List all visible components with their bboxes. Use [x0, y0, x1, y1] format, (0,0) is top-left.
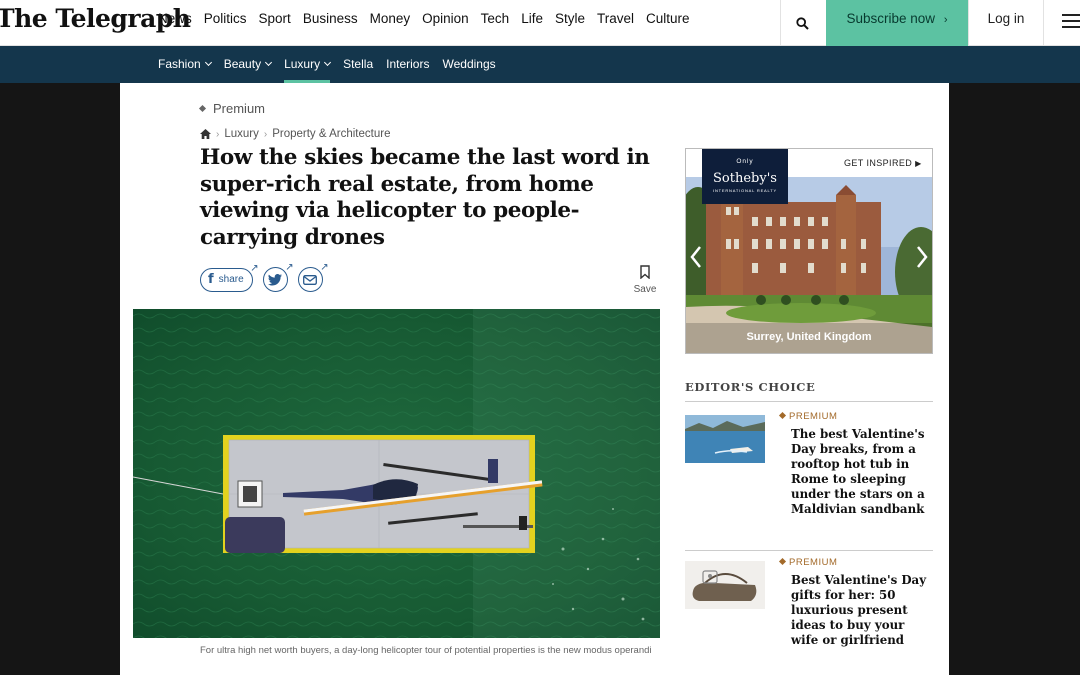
twitter-share-button[interactable]: ↗	[262, 262, 294, 292]
nav-style[interactable]: Style	[554, 0, 586, 53]
image-caption: For ultra high net worth buyers, a day-l…	[200, 645, 652, 656]
section-subnav: Fashion Beauty Luxury Stella Interiors W…	[0, 46, 1080, 83]
subnav-luxury[interactable]: Luxury	[284, 46, 332, 83]
email-share-button[interactable]: ↗	[297, 262, 329, 292]
premium-kicker: PREMIUM	[778, 557, 837, 568]
facebook-share-button[interactable]: f share ↗	[200, 263, 259, 292]
home-icon[interactable]	[200, 129, 211, 139]
get-inspired-link[interactable]: GET INSPIRED ▶	[844, 158, 922, 168]
save-label: Save	[633, 284, 657, 295]
subnav-fashion[interactable]: Fashion	[158, 46, 212, 83]
nav-sport[interactable]: Sport	[259, 0, 291, 46]
nav-business[interactable]: Business	[303, 0, 358, 46]
story-thumbnail-boat	[685, 415, 765, 463]
nav-politics[interactable]: Politics	[204, 0, 247, 46]
subscribe-button[interactable]: Subscribe now ›	[826, 0, 968, 46]
nav-culture[interactable]: Culture	[646, 0, 690, 46]
chevron-down-icon	[324, 58, 332, 67]
editors-choice-heading: EDITOR'S CHOICE	[685, 380, 933, 402]
premium-diamond-icon	[198, 104, 207, 113]
nav-news[interactable]: News	[158, 0, 192, 46]
play-arrow-icon: ▶	[915, 159, 922, 168]
subnav-stella[interactable]: Stella	[343, 46, 373, 83]
external-link-icon: ↗	[320, 262, 329, 273]
subscribe-label: Subscribe now	[846, 11, 936, 26]
share-buttons: f share ↗ ↗ ↗	[200, 262, 329, 292]
save-button[interactable]: Save	[630, 265, 660, 295]
nav-travel[interactable]: Travel	[597, 0, 634, 46]
sothebys-advert[interactable]: Only Sotheby's INTERNATIONAL REALTY GET …	[685, 148, 933, 354]
search-icon	[796, 16, 809, 30]
subnav-beauty[interactable]: Beauty	[224, 46, 273, 83]
chevron-right-icon: ›	[943, 14, 948, 26]
email-icon	[303, 274, 318, 285]
chevron-down-icon	[265, 58, 273, 67]
subnav-weddings[interactable]: Weddings	[442, 46, 495, 83]
breadcrumb: › Luxury › Property & Architecture	[200, 128, 390, 140]
nav-opinion[interactable]: Opinion	[422, 0, 469, 46]
login-button[interactable]: Log in	[968, 0, 1044, 46]
twitter-icon	[268, 273, 283, 285]
sothebys-logo: Only Sotheby's INTERNATIONAL REALTY	[702, 149, 788, 204]
hero-image	[133, 309, 660, 638]
share-label: share	[218, 274, 244, 285]
subnav-interiors[interactable]: Interiors	[386, 46, 429, 83]
top-navigation-bar: The Telegraph News Politics Sport Busine…	[0, 0, 1080, 53]
nav-tech[interactable]: Tech	[481, 0, 510, 46]
hamburger-menu-icon[interactable]	[1056, 10, 1080, 32]
premium-diamond-icon	[778, 557, 787, 566]
facebook-icon: f	[208, 272, 214, 287]
breadcrumb-property[interactable]: Property & Architecture	[272, 128, 390, 140]
editors-choice-story[interactable]: PREMIUM Best Valentine's Day gifts for h…	[685, 550, 933, 647]
nav-money[interactable]: Money	[370, 0, 411, 46]
story-title[interactable]: Best Valentine's Day gifts for her: 50 l…	[791, 573, 931, 648]
story-title[interactable]: The best Valentine's Day breaks, from a …	[791, 427, 931, 517]
breadcrumb-luxury[interactable]: Luxury	[224, 128, 259, 140]
external-link-icon: ↗	[285, 262, 294, 273]
primary-nav: News Politics Sport Business Money Opini…	[158, 0, 702, 53]
article-headline: How the skies became the last word in su…	[200, 145, 650, 250]
premium-kicker: PREMIUM	[778, 411, 837, 422]
article-page: Premium › Luxury › Property & Architectu…	[120, 83, 949, 675]
premium-label: Premium	[198, 101, 265, 116]
premium-diamond-icon	[778, 411, 787, 420]
bookmark-icon	[640, 265, 650, 279]
nav-life[interactable]: Life	[521, 0, 543, 46]
story-thumbnail-handbag	[685, 561, 765, 609]
search-button[interactable]	[780, 0, 824, 46]
external-link-icon: ↗	[250, 262, 259, 274]
chevron-down-icon	[204, 58, 212, 67]
ad-location-caption: Surrey, United Kingdom	[746, 331, 872, 343]
